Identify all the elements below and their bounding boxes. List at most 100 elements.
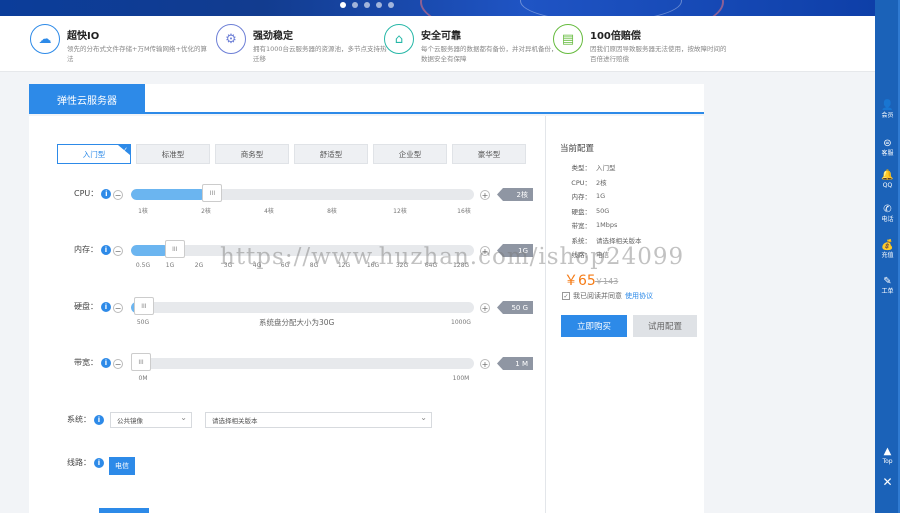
config-head: 当前配置 bbox=[560, 144, 595, 154]
cpu-slider-handle[interactable]: III bbox=[202, 184, 223, 202]
tick-label: 12核 bbox=[393, 208, 407, 215]
carousel-dot[interactable] bbox=[340, 2, 346, 8]
feature-title: 强劲稳定 bbox=[253, 31, 293, 42]
info-icon[interactable]: i bbox=[101, 244, 111, 255]
config-row: 带宽： 1Mbps bbox=[560, 218, 700, 233]
memory-minus-button[interactable]: − bbox=[113, 246, 123, 256]
image-select[interactable]: 公共镜像 bbox=[110, 412, 192, 428]
line-label-text: 线路： bbox=[67, 458, 91, 467]
bandwidth-ticks: 0M 100M bbox=[131, 375, 474, 385]
info-icon[interactable]: i bbox=[101, 301, 111, 312]
bottom-tab-active[interactable] bbox=[99, 508, 149, 513]
feature-item: ⌂ 安全可靠每个云服务器的数据都有备份，并对异机备份，数据安全有保障 bbox=[384, 24, 561, 64]
carousel-dot[interactable] bbox=[364, 2, 370, 8]
network-icon: ⌂ bbox=[384, 24, 414, 54]
line-telecom-button[interactable]: 电信 bbox=[109, 457, 135, 475]
config-key: CPU： bbox=[571, 178, 591, 187]
carousel-dot[interactable] bbox=[388, 2, 394, 8]
cpu-minus-button[interactable]: − bbox=[113, 190, 123, 200]
sidebar-item-label: 电话 bbox=[881, 216, 894, 223]
sidebar-item-label: 会员 bbox=[881, 112, 894, 119]
type-button-enterprise[interactable]: 企业型 bbox=[373, 144, 447, 164]
tab-elastic-cloud[interactable]: 弹性云服务器 bbox=[29, 84, 145, 114]
cpu-plus-button[interactable]: + bbox=[480, 190, 490, 200]
price-old: ￥143 bbox=[595, 277, 619, 286]
sidebar-item-label: 客服 bbox=[881, 150, 894, 157]
feature-desc: 每个云服务器的数据都有备份，并对异机备份，数据安全有保障 bbox=[421, 45, 558, 63]
type-button-entry[interactable]: 入门型 bbox=[57, 144, 131, 164]
price-current: ￥65 bbox=[564, 273, 596, 289]
info-icon[interactable]: i bbox=[101, 188, 112, 199]
sidebar-item-phone[interactable]: ✆ 电话 bbox=[875, 200, 900, 228]
recharge-icon: ⊜ bbox=[883, 138, 892, 149]
sidebar-item-ticket[interactable]: ✎ 工单 bbox=[875, 272, 900, 300]
try-config-button[interactable]: 试用配置 bbox=[633, 315, 697, 337]
disk-slider-handle[interactable]: III bbox=[133, 297, 154, 315]
sidebar-item-top[interactable]: ▲ Top bbox=[875, 442, 900, 470]
feature-desc: 拥有1000台云服务器的资源池，多节点支持热迁移 bbox=[253, 45, 387, 63]
agree-row: ✓ 我已阅读并同意 使用协议 bbox=[562, 291, 653, 301]
cpu-label-text: CPU： bbox=[74, 189, 99, 198]
disk-label: 硬盘： i bbox=[74, 301, 111, 312]
sidebar-item-label: 工单 bbox=[881, 288, 894, 295]
type-button-luxury[interactable]: 豪华型 bbox=[452, 144, 526, 164]
phone-icon: ✆ bbox=[883, 204, 892, 215]
disk-slider[interactable] bbox=[131, 302, 474, 313]
carousel-dots bbox=[340, 2, 394, 8]
type-button-business[interactable]: 商务型 bbox=[215, 144, 289, 164]
cloud-io-icon: ☁ bbox=[30, 24, 60, 54]
feature-desc: 因我们原因导致服务器无法使用，按故障时间的百倍进行赔偿 bbox=[590, 45, 727, 63]
agreement-link[interactable]: 使用协议 bbox=[625, 291, 653, 301]
line-label: 线路： i bbox=[67, 457, 104, 468]
cpu-value: 2核 bbox=[497, 188, 533, 201]
feature-desc: 领先的分布式文件存储+万M传输网络+优化的算法 bbox=[67, 45, 208, 63]
agree-text: 我已阅读并同意 bbox=[573, 292, 622, 300]
version-select[interactable]: 请选择相关版本 bbox=[205, 412, 432, 428]
info-icon[interactable]: i bbox=[94, 457, 104, 468]
sidebar-item-member[interactable]: 👤 会员 bbox=[875, 96, 900, 124]
tick-label: 1000G bbox=[451, 319, 471, 326]
type-button-comfort[interactable]: 舒适型 bbox=[294, 144, 368, 164]
info-icon[interactable]: i bbox=[94, 414, 104, 425]
compensation-icon: ▤ bbox=[553, 24, 583, 54]
memory-label-text: 内存： bbox=[74, 245, 98, 254]
carousel-dot[interactable] bbox=[352, 2, 358, 8]
tick-label: 0.5G bbox=[135, 262, 151, 269]
memory-slider-handle[interactable]: III bbox=[164, 240, 185, 258]
tab-bar: 弹性云服务器 bbox=[29, 84, 704, 114]
cpu-slider-fill bbox=[131, 189, 207, 200]
config-value: 2核 bbox=[596, 178, 607, 187]
right-sidebar: 👤 会员 ⊜ 客服 🔔 QQ ✆ 电话 💰 充值 ✎ 工单 ▲ Top ✕ bbox=[875, 0, 900, 513]
config-row: 类型： 入门型 bbox=[560, 160, 700, 175]
bandwidth-slider-handle[interactable]: III bbox=[131, 353, 151, 371]
sidebar-item-recharge[interactable]: 💰 充值 bbox=[875, 236, 900, 264]
tick-label: 50G bbox=[136, 319, 150, 326]
buy-now-button[interactable]: 立即购买 bbox=[561, 315, 627, 337]
bandwidth-plus-button[interactable]: + bbox=[480, 359, 490, 369]
agree-checkbox[interactable]: ✓ bbox=[562, 292, 570, 300]
feature-title: 安全可靠 bbox=[421, 31, 461, 42]
sidebar-item-label: Top bbox=[882, 458, 893, 465]
info-icon[interactable]: i bbox=[101, 357, 111, 368]
disk-plus-button[interactable]: + bbox=[480, 303, 490, 313]
disk-value: 50 G bbox=[497, 301, 533, 314]
bottom-tabs bbox=[49, 508, 449, 513]
config-key: 带宽： bbox=[571, 222, 592, 231]
bandwidth-minus-button[interactable]: − bbox=[113, 359, 123, 369]
carousel-dot[interactable] bbox=[376, 2, 382, 8]
disk-minus-button[interactable]: − bbox=[113, 303, 123, 313]
sidebar-item-service[interactable]: ⊜ 客服 bbox=[875, 134, 900, 162]
ticket-icon: ✎ bbox=[883, 276, 892, 287]
bandwidth-slider[interactable] bbox=[131, 358, 474, 369]
config-key: 硬盘： bbox=[571, 207, 592, 216]
features-strip: ☁ 超快IO 领先的分布式文件存储+万M传输网络+优化的算法 ⚙ 强劲稳定 拥有10… bbox=[0, 16, 875, 72]
disk-note: 系统盘分配大小为30G bbox=[259, 318, 335, 327]
cpu-slider[interactable] bbox=[131, 189, 474, 200]
panel-divider bbox=[545, 116, 546, 513]
feature-title: 超快IO bbox=[67, 31, 100, 42]
type-button-standard[interactable]: 标准型 bbox=[136, 144, 210, 164]
sidebar-close[interactable]: ✕ bbox=[875, 468, 900, 496]
watermark-text: https://www.huzhan.com/ishop24099 bbox=[220, 244, 685, 270]
sidebar-item-qq[interactable]: 🔔 QQ bbox=[875, 166, 900, 194]
cpu-ticks: 1核 2核 4核 8核 12核 16核 bbox=[131, 206, 474, 216]
